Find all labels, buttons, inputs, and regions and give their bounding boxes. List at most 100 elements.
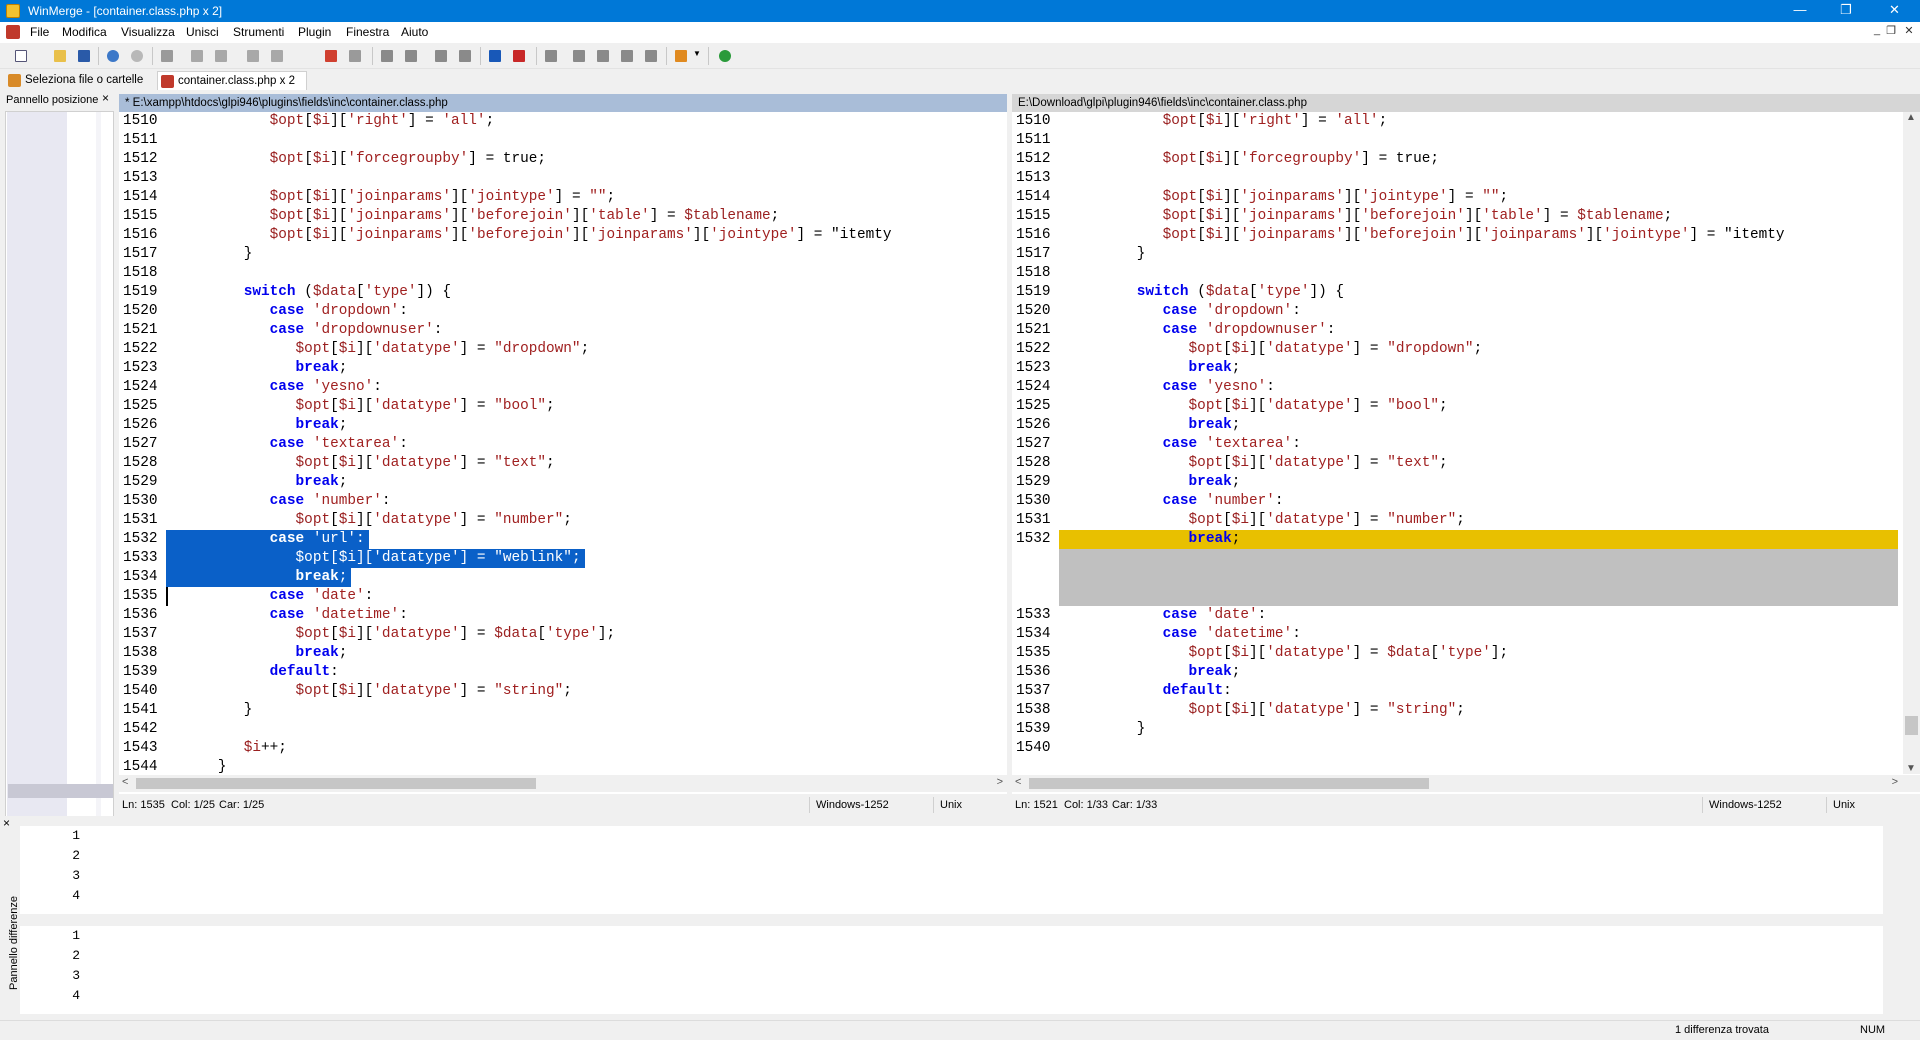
menu-unisci[interactable]: Unisci — [186, 25, 219, 39]
tab-select-files[interactable]: Seleziona file o cartelle — [5, 71, 150, 90]
code-line[interactable]: 1513 — [1012, 169, 1920, 188]
right-horizontal-scrollbar[interactable]: < > — [1012, 775, 1920, 792]
copy-left-icon[interactable] — [188, 47, 206, 65]
code-line[interactable]: 1534 break; — [119, 568, 1007, 587]
current-diff-icon[interactable] — [618, 47, 636, 65]
code-line[interactable]: 1540 — [1012, 739, 1920, 758]
prev-diff-icon[interactable] — [402, 47, 420, 65]
close-button[interactable]: ✕ — [1869, 0, 1920, 22]
code-line[interactable]: 1535 case 'date': — [119, 587, 1007, 606]
code-line[interactable]: 1537 $opt[$i]['datatype'] = $data['type'… — [119, 625, 1007, 644]
code-line[interactable]: 1520 case 'dropdown': — [119, 302, 1007, 321]
copy-to-left-icon[interactable] — [456, 47, 474, 65]
code-line[interactable]: 1516 $opt[$i]['joinparams']['beforejoin'… — [119, 226, 1007, 245]
refresh-icon[interactable] — [716, 47, 734, 65]
code-line[interactable]: 1537 default: — [1012, 682, 1920, 701]
code-line[interactable]: 1520 case 'dropdown': — [1012, 302, 1920, 321]
code-line[interactable]: 1528 $opt[$i]['datatype'] = "text"; — [1012, 454, 1920, 473]
code-line[interactable]: 1533 $opt[$i]['datatype'] = "weblink"; — [119, 549, 1007, 568]
diff-bottom-scrollbar[interactable] — [1883, 926, 1900, 1014]
diff-bottom-view[interactable]: 1 2 3 4 — [20, 926, 1900, 1014]
code-line[interactable]: 1523 break; — [119, 359, 1007, 378]
code-line[interactable]: 1534 case 'datetime': — [1012, 625, 1920, 644]
left-file-pane[interactable]: * E:\xampp\htdocs\glpi946\plugins\fields… — [119, 94, 1007, 816]
code-line[interactable]: 1512 $opt[$i]['forcegroupby'] = true; — [1012, 150, 1920, 169]
redo-icon[interactable] — [128, 47, 146, 65]
code-line[interactable]: 1530 case 'number': — [1012, 492, 1920, 511]
next-diff-icon[interactable] — [378, 47, 396, 65]
save-icon[interactable] — [75, 47, 93, 65]
code-line[interactable]: 1527 case 'textarea': — [1012, 435, 1920, 454]
document-icon[interactable] — [6, 25, 20, 39]
chevron-down-icon[interactable]: ▼ — [692, 47, 702, 65]
code-line[interactable]: 1524 case 'yesno': — [119, 378, 1007, 397]
copy-to-right-icon[interactable] — [432, 47, 450, 65]
edit-icon[interactable] — [672, 47, 690, 65]
code-line[interactable]: 1538 break; — [119, 644, 1007, 663]
code-line[interactable]: 1531 $opt[$i]['datatype'] = "number"; — [1012, 511, 1920, 530]
code-line[interactable]: 1529 break; — [1012, 473, 1920, 492]
left-horizontal-scrollbar[interactable]: < > — [119, 775, 1007, 792]
code-line[interactable]: 1540 $opt[$i]['datatype'] = "string"; — [119, 682, 1007, 701]
menu-finestra[interactable]: Finestra — [346, 25, 389, 39]
code-line[interactable]: 1527 case 'textarea': — [119, 435, 1007, 454]
code-line[interactable]: 1519 switch ($data['type']) { — [119, 283, 1007, 302]
code-line[interactable]: 1516 $opt[$i]['joinparams']['beforejoin'… — [1012, 226, 1920, 245]
close-icon[interactable]: × — [102, 91, 109, 105]
code-line[interactable]: 1535 $opt[$i]['datatype'] = $data['type'… — [1012, 644, 1920, 663]
print-icon[interactable] — [158, 47, 176, 65]
menu-plugin[interactable]: Plugin — [298, 25, 331, 39]
code-line[interactable]: 1522 $opt[$i]['datatype'] = "dropdown"; — [119, 340, 1007, 359]
code-line[interactable]: 1539 } — [1012, 720, 1920, 739]
close-icon[interactable]: × — [3, 816, 10, 830]
right-vertical-scrollbar[interactable]: ▲ ▼ — [1903, 112, 1920, 774]
code-line[interactable]: 1538 $opt[$i]['datatype'] = "string"; — [1012, 701, 1920, 720]
code-line[interactable]: 1525 $opt[$i]['datatype'] = "bool"; — [1012, 397, 1920, 416]
restore-button[interactable]: ❐ — [1823, 0, 1869, 22]
right-code-view[interactable]: 1510 $opt[$i]['right'] = 'all'; 1511 1512 … — [1012, 112, 1920, 774]
code-line[interactable]: 1510 $opt[$i]['right'] = 'all'; — [119, 112, 1007, 131]
left-code-view[interactable]: 1510 $opt[$i]['right'] = 'all'; 1511 1512 … — [119, 112, 1007, 774]
code-line[interactable]: 1511 — [1012, 131, 1920, 150]
code-line[interactable]: 1512 $opt[$i]['forcegroupby'] = true; — [119, 150, 1007, 169]
code-line[interactable]: 1525 $opt[$i]['datatype'] = "bool"; — [119, 397, 1007, 416]
code-line[interactable]: 1523 break; — [1012, 359, 1920, 378]
code-line[interactable]: 1536 break; — [1012, 663, 1920, 682]
code-line[interactable]: 1536 case 'datetime': — [119, 606, 1007, 625]
undo-icon[interactable] — [104, 47, 122, 65]
code-line[interactable]: 1514 $opt[$i]['joinparams']['jointype'] … — [119, 188, 1007, 207]
previous-diff-icon[interactable] — [570, 47, 588, 65]
code-line[interactable]: 1542 — [119, 720, 1007, 739]
code-line[interactable]: 1522 $opt[$i]['datatype'] = "dropdown"; — [1012, 340, 1920, 359]
options-icon[interactable] — [346, 47, 364, 65]
minimize-button[interactable]: — — [1777, 0, 1823, 22]
menu-file[interactable]: File — [30, 25, 49, 39]
location-view-marker[interactable] — [8, 784, 113, 798]
tab-container-class[interactable]: container.class.php x 2 — [157, 71, 307, 90]
code-line[interactable]: 1510 $opt[$i]['right'] = 'all'; — [1012, 112, 1920, 131]
code-line[interactable]: 1517 } — [1012, 245, 1920, 264]
mdi-close-button[interactable]: ✕ — [1898, 24, 1920, 40]
code-line[interactable]: 1526 break; — [1012, 416, 1920, 435]
code-line[interactable]: 1515 $opt[$i]['joinparams']['beforejoin'… — [119, 207, 1007, 226]
code-line[interactable]: 1521 case 'dropdownuser': — [119, 321, 1007, 340]
compare-right-icon[interactable] — [486, 47, 504, 65]
code-line[interactable]: 1521 case 'dropdownuser': — [1012, 321, 1920, 340]
delete-icon[interactable] — [322, 47, 340, 65]
code-line[interactable]: 1526 break; — [119, 416, 1007, 435]
last-diff-icon[interactable] — [642, 47, 660, 65]
diff-top-scrollbar[interactable] — [1883, 826, 1900, 914]
right-file-pane[interactable]: E:\Download\glpi\plugin946\fields\inc\co… — [1012, 94, 1920, 816]
code-line[interactable]: 1518 — [1012, 264, 1920, 283]
code-line[interactable]: 1529 break; — [119, 473, 1007, 492]
open-folder-icon[interactable] — [51, 47, 69, 65]
merge-all-right-icon[interactable] — [268, 47, 286, 65]
code-line[interactable]: 1511 — [119, 131, 1007, 150]
code-line[interactable]: 1533 case 'date': — [1012, 606, 1920, 625]
code-line[interactable]: 1531 $opt[$i]['datatype'] = "number"; — [119, 511, 1007, 530]
code-line[interactable]: 1539 default: — [119, 663, 1007, 682]
compare-left-icon[interactable] — [510, 47, 528, 65]
menu-aiuto[interactable]: Aiuto — [401, 25, 428, 39]
first-diff-icon[interactable] — [542, 47, 560, 65]
diff-top-view[interactable]: 1 2 3 4 — [20, 826, 1900, 914]
